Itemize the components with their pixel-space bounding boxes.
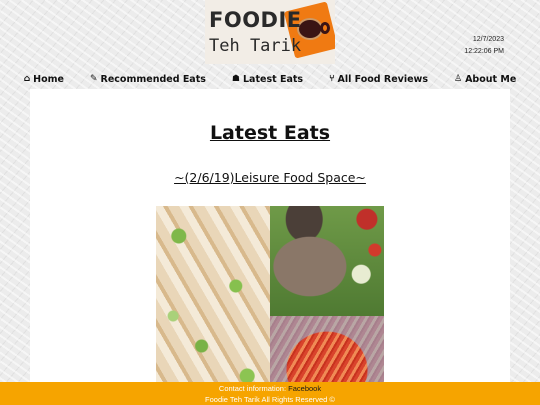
page-title: Latest Eats	[209, 122, 331, 144]
food-photo-collage[interactable]	[156, 206, 384, 405]
footer-contact-label: Contact information:	[218, 384, 287, 393]
datetime-display: 12/7/2023 12:22:06 PM	[464, 34, 504, 58]
nav-label-recommended-eats: Recommended Eats	[100, 73, 206, 85]
bowl-icon: ☗	[231, 74, 240, 84]
facebook-link[interactable]: Facebook	[288, 384, 321, 393]
nav-item-home[interactable]: ⌂ Home	[11, 70, 77, 88]
footer-rights: Foodie Teh Tarik All Rights Reserved ©	[205, 395, 335, 404]
photo-fried-rolls	[156, 206, 270, 405]
logo-text-teh-tarik: Teh Tarik	[209, 36, 302, 56]
home-icon: ⌂	[23, 74, 31, 84]
footer-contact-line: Contact information: Facebook	[0, 383, 540, 394]
post-title-link[interactable]: ~(2/6/19)Leisure Food Space~	[30, 170, 510, 185]
wrench-icon: ✎	[90, 74, 98, 84]
site-footer: Contact information: Facebook Foodie Teh…	[0, 382, 540, 405]
nav-label-latest-eats: Latest Eats	[243, 73, 304, 85]
nav-item-all-food-reviews[interactable]: ⑂ All Food Reviews	[316, 70, 441, 88]
logo-text-foodie: FOODIE	[209, 8, 302, 32]
nav-label-all-food-reviews: All Food Reviews	[337, 73, 428, 85]
nav-label-home: Home	[33, 73, 64, 85]
person-icon: ♙	[454, 74, 463, 84]
site-logo[interactable]: FOODIE Teh Tarik	[205, 0, 335, 64]
main-nav: ⌂ Home ✎ Recommended Eats ☗ Latest Eats …	[0, 70, 540, 88]
site-header: FOODIE Teh Tarik 12/7/2023 12:22:06 PM ⌂…	[0, 0, 540, 88]
current-date: 12/7/2023	[472, 36, 504, 43]
main-content: Latest Eats ~(2/6/19)Leisure Food Space~	[30, 89, 510, 405]
photo-grilled-meat	[270, 206, 384, 316]
cutlery-icon: ⑂	[329, 74, 335, 84]
nav-item-recommended-eats[interactable]: ✎ Recommended Eats	[77, 70, 219, 88]
nav-item-latest-eats[interactable]: ☗ Latest Eats	[219, 70, 316, 88]
teacup-handle	[320, 22, 330, 34]
nav-item-about-me[interactable]: ♙ About Me	[441, 70, 529, 88]
current-time: 12:22:06 PM	[464, 48, 504, 55]
nav-label-about-me: About Me	[465, 73, 517, 85]
